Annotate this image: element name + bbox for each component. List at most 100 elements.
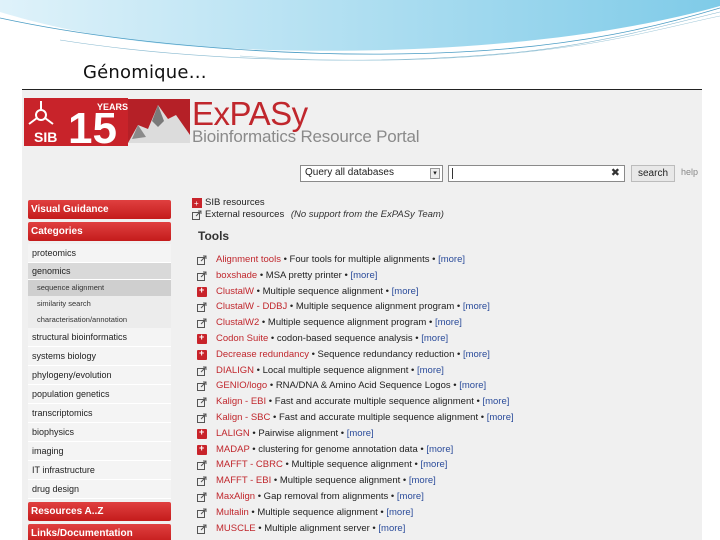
tool-name-link[interactable]: Decrease redundancy xyxy=(216,349,309,360)
category-list: proteomics genomics sequence alignment s… xyxy=(28,244,171,499)
sidebar-item-it-infrastructure[interactable]: IT infrastructure xyxy=(28,461,171,480)
tool-name-link[interactable]: boxshade xyxy=(216,270,257,281)
sidebar-item-imaging[interactable]: imaging xyxy=(28,442,171,461)
tool-description: • Multiple sequence alignment • xyxy=(248,506,387,518)
svg-text:SIB: SIB xyxy=(34,129,57,145)
tools-list: Alignment tools • Four tools for multipl… xyxy=(192,252,697,536)
more-link[interactable]: [more] xyxy=(417,365,444,376)
tool-row: boxshade • MSA pretty printer • [more] xyxy=(192,268,697,284)
sib-resource-icon xyxy=(197,330,207,346)
visual-guidance-button[interactable]: Visual Guidance xyxy=(28,200,171,219)
tool-row: Alignment tools • Four tools for multipl… xyxy=(192,252,697,268)
external-link-icon xyxy=(197,381,207,392)
sidebar-subitem-characterisation[interactable]: characterisation/annotation xyxy=(28,312,171,328)
external-link-icon xyxy=(197,318,207,329)
expasy-screenshot: SIB 15 YEARS ExPASy Bioinformatics Resou… xyxy=(22,90,702,540)
sib-resources-label: SIB resources xyxy=(205,197,265,208)
more-link[interactable]: [more] xyxy=(378,523,405,534)
sidebar-subitem-similarity-search[interactable]: similarity search xyxy=(28,296,171,312)
tool-name-link[interactable]: MUSCLE xyxy=(216,523,256,534)
more-link[interactable]: [more] xyxy=(347,428,374,439)
matterhorn-logo xyxy=(128,99,190,143)
external-link-icon xyxy=(197,508,207,518)
slide-wave-decoration xyxy=(0,0,720,61)
main-content: + SIB resources External resources (No s… xyxy=(192,197,697,536)
external-link-icon xyxy=(197,524,207,534)
search-button[interactable]: search xyxy=(631,165,675,182)
tool-row: ClustalW2 • Multiple sequence alignment … xyxy=(192,315,697,331)
more-link[interactable]: [more] xyxy=(420,459,447,470)
sidebar-item-drug-design[interactable]: drug design xyxy=(28,480,171,499)
tools-heading: Tools xyxy=(198,229,230,243)
tool-description: • Sequence redundancy reduction • xyxy=(308,348,463,360)
tool-description: • clustering for genome annotation data … xyxy=(249,443,427,455)
sidebar-item-systems-biology[interactable]: systems biology xyxy=(28,347,171,366)
legend-sib-resources: + SIB resources xyxy=(192,197,697,209)
external-resources-label: External resources xyxy=(205,209,285,220)
more-link[interactable]: [more] xyxy=(482,396,509,407)
tool-row: MUSCLE • Multiple alignment server • [mo… xyxy=(192,521,697,537)
search-input[interactable]: ✖ xyxy=(448,165,625,182)
sidebar-item-population-genetics[interactable]: population genetics xyxy=(28,385,171,404)
tool-name-link[interactable]: MADAP xyxy=(216,444,250,455)
sib-resource-icon xyxy=(197,283,207,298)
more-link[interactable]: [more] xyxy=(463,349,490,360)
sib-resource-icon xyxy=(197,441,207,456)
tool-name-link[interactable]: DIALIGN xyxy=(216,365,254,376)
tool-name-link[interactable]: MaxAlign xyxy=(216,491,255,502)
database-select[interactable]: Query all databases ▾ xyxy=(300,165,443,182)
tool-name-link[interactable]: Kalign - EBI xyxy=(216,396,266,407)
chevron-down-icon[interactable]: ▾ xyxy=(430,168,440,179)
more-link[interactable]: [more] xyxy=(397,491,424,502)
more-link[interactable]: [more] xyxy=(426,444,453,455)
more-link[interactable]: [more] xyxy=(487,412,514,423)
external-link-icon xyxy=(197,476,207,487)
categories-header[interactable]: Categories xyxy=(28,222,171,241)
external-link-icon xyxy=(197,397,207,408)
sib-resource-icon xyxy=(197,346,207,362)
tool-name-link[interactable]: LALIGN xyxy=(216,428,250,439)
more-link[interactable]: [more] xyxy=(435,317,462,328)
tool-name-link[interactable]: ClustalW2 xyxy=(216,317,259,328)
external-link-icon xyxy=(197,366,207,376)
tool-name-link[interactable]: Multalin xyxy=(216,507,249,518)
more-link[interactable]: [more] xyxy=(421,333,448,344)
tool-name-link[interactable]: MAFFT - CBRC xyxy=(216,459,283,470)
more-link[interactable]: [more] xyxy=(350,270,377,281)
clear-icon[interactable]: ✖ xyxy=(611,166,620,179)
expasy-tagline: Bioinformatics Resource Portal xyxy=(192,127,420,146)
tool-row: Decrease redundancy • Sequence redundanc… xyxy=(192,346,697,363)
more-link[interactable]: [more] xyxy=(438,254,465,265)
sidebar-item-transcriptomics[interactable]: transcriptomics xyxy=(28,404,171,423)
tool-name-link[interactable]: ClustalW - DDBJ xyxy=(216,301,287,312)
tool-name-link[interactable]: Alignment tools xyxy=(216,254,281,265)
sidebar-item-biophysics[interactable]: biophysics xyxy=(28,423,171,442)
links-documentation-button[interactable]: Links/Documentation xyxy=(28,524,171,540)
help-link[interactable]: help xyxy=(681,167,698,177)
more-link[interactable]: [more] xyxy=(463,301,490,312)
tool-description: • Multiple alignment server • xyxy=(255,522,379,534)
tool-name-link[interactable]: ClustalW xyxy=(216,286,254,297)
resources-az-button[interactable]: Resources A..Z xyxy=(28,502,171,521)
more-link[interactable]: [more] xyxy=(459,380,486,391)
more-link[interactable]: [more] xyxy=(386,507,413,518)
sidebar-subitem-sequence-alignment[interactable]: sequence alignment xyxy=(28,280,171,296)
tool-name-link[interactable]: MAFFT - EBI xyxy=(216,475,271,486)
sidebar-item-genomics[interactable]: genomics xyxy=(28,263,171,280)
tool-name-link[interactable]: Kalign - SBC xyxy=(216,412,270,423)
tool-description: • Pairwise alignment • xyxy=(249,427,347,439)
text-caret xyxy=(452,168,453,179)
sidebar-item-phylogeny[interactable]: phylogeny/evolution xyxy=(28,366,171,385)
tool-description: • Multiple sequence alignment • xyxy=(254,285,392,297)
more-link[interactable]: [more] xyxy=(392,286,419,297)
tool-name-link[interactable]: GENIO/logo xyxy=(216,380,267,391)
tool-name-link[interactable]: Codon Suite xyxy=(216,333,268,344)
svg-text:YEARS: YEARS xyxy=(97,102,128,112)
sidebar-item-proteomics[interactable]: proteomics xyxy=(28,244,171,263)
sidebar-item-structural-bioinformatics[interactable]: structural bioinformatics xyxy=(28,328,171,347)
sib-15-years-logo: SIB 15 YEARS xyxy=(24,98,128,146)
external-support-note: (No support from the ExPASy Team) xyxy=(290,209,444,220)
tool-row: MAFFT - CBRC • Multiple sequence alignme… xyxy=(192,457,697,473)
more-link[interactable]: [more] xyxy=(409,475,436,486)
tool-description: • Fast and accurate multiple sequence al… xyxy=(270,411,487,423)
